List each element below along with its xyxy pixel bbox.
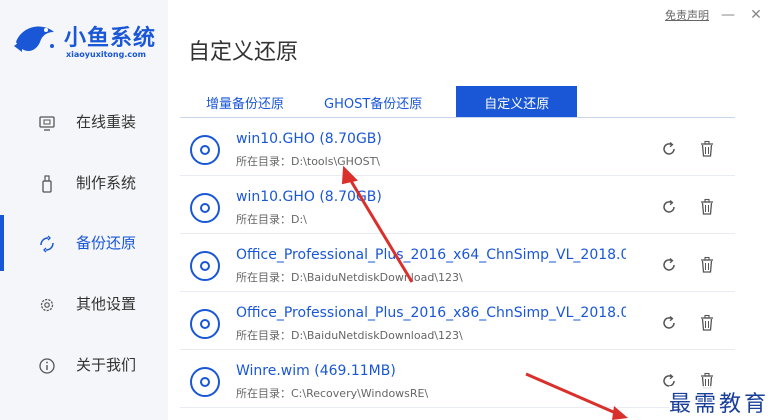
backup-icon: [40, 235, 54, 253]
trash-icon[interactable]: [698, 256, 716, 274]
gear-icon: [40, 298, 54, 312]
list-item[interactable]: win10.GHO (8.70GB) 所在目录：D:\: [180, 180, 735, 234]
restore-file-list: win10.GHO (8.70GB) 所在目录：D:\tools\GHOST\ …: [180, 122, 735, 412]
sidebar-item-label: 制作系统: [76, 174, 137, 192]
sidebar-item-label: 关于我们: [76, 356, 137, 374]
disc-icon: [190, 251, 220, 281]
restore-icon[interactable]: [660, 256, 678, 274]
list-item[interactable]: Office_Professional_Plus_2016_x64_ChnSim…: [180, 238, 735, 292]
usb-icon: [42, 175, 52, 193]
restore-icon[interactable]: [660, 314, 678, 332]
list-item[interactable]: Office_Professional_Plus_2016_x86_ChnSim…: [180, 296, 735, 350]
restore-icon[interactable]: [660, 198, 678, 216]
sidebar-item-make-system[interactable]: 制作系统: [0, 155, 168, 211]
monitor-icon: [39, 116, 55, 131]
restore-icon[interactable]: [660, 140, 678, 158]
trash-icon[interactable]: [698, 314, 716, 332]
disc-icon: [190, 309, 220, 339]
list-item[interactable]: win10.GHO (8.70GB) 所在目录：D:\tools\GHOST\: [180, 122, 735, 176]
sidebar-item-online-reinstall[interactable]: 在线重装: [0, 94, 168, 150]
minimize-button[interactable]: —: [719, 6, 737, 24]
watermark: 最需教育: [668, 386, 769, 418]
close-button[interactable]: ✕: [747, 6, 765, 24]
file-path: 所在目录：D:\tools\GHOST\: [236, 155, 381, 168]
brand-title: 小鱼系统: [64, 26, 157, 51]
file-path: 所在目录：D:\BaiduNetdiskDownload\123\: [236, 271, 463, 284]
file-name: win10.GHO (8.70GB): [236, 189, 382, 205]
window-controls: 免责声明 — ✕: [665, 6, 765, 24]
file-path: 所在目录：D:\: [236, 213, 307, 226]
brand-logo: 小鱼系统 xiaoyuxitong.com: [12, 18, 168, 66]
disc-icon: [190, 135, 220, 165]
file-name: Office_Professional_Plus_2016_x64_ChnSim…: [236, 247, 626, 263]
restore-tabs: 增量备份还原 GHOST备份还原 自定义还原: [186, 86, 578, 118]
disclaimer-link[interactable]: 免责声明: [665, 7, 709, 23]
tab-ghost-backup[interactable]: GHOST备份还原: [304, 86, 442, 118]
sidebar-item-label: 备份还原: [76, 234, 137, 252]
trash-icon[interactable]: [698, 198, 716, 216]
file-name: Office_Professional_Plus_2016_x86_ChnSim…: [236, 305, 626, 321]
list-item[interactable]: Winre.wim (469.11MB) 所在目录：C:\Recovery\Wi…: [180, 354, 735, 408]
sidebar-item-label: 在线重装: [76, 113, 137, 131]
file-path: 所在目录：C:\Recovery\WindowsRE\: [236, 387, 429, 400]
info-icon: [39, 358, 55, 374]
page-title: 自定义还原: [188, 40, 299, 65]
tab-custom-restore[interactable]: 自定义还原: [456, 86, 578, 118]
file-name: win10.GHO (8.70GB): [236, 131, 382, 147]
sidebar-item-backup-restore[interactable]: 备份还原: [0, 215, 168, 271]
sidebar-item-other-settings[interactable]: 其他设置: [0, 276, 168, 332]
sidebar-item-label: 其他设置: [76, 295, 137, 313]
disc-icon: [190, 193, 220, 223]
sidebar: 小鱼系统 xiaoyuxitong.com 在线重装 制作系统 备份还原 其他设…: [0, 0, 168, 420]
trash-icon[interactable]: [698, 140, 716, 158]
fish-logo-icon: [14, 26, 54, 52]
tab-incremental-backup[interactable]: 增量备份还原: [186, 86, 304, 118]
file-path: 所在目录：D:\BaiduNetdiskDownload\123\: [236, 329, 463, 342]
file-name: Winre.wim (469.11MB): [236, 363, 396, 379]
sidebar-item-about-us[interactable]: 关于我们: [0, 337, 168, 393]
brand-subtitle: xiaoyuxitong.com: [66, 50, 146, 59]
tab-divider: [180, 117, 735, 118]
disc-icon: [190, 367, 220, 397]
